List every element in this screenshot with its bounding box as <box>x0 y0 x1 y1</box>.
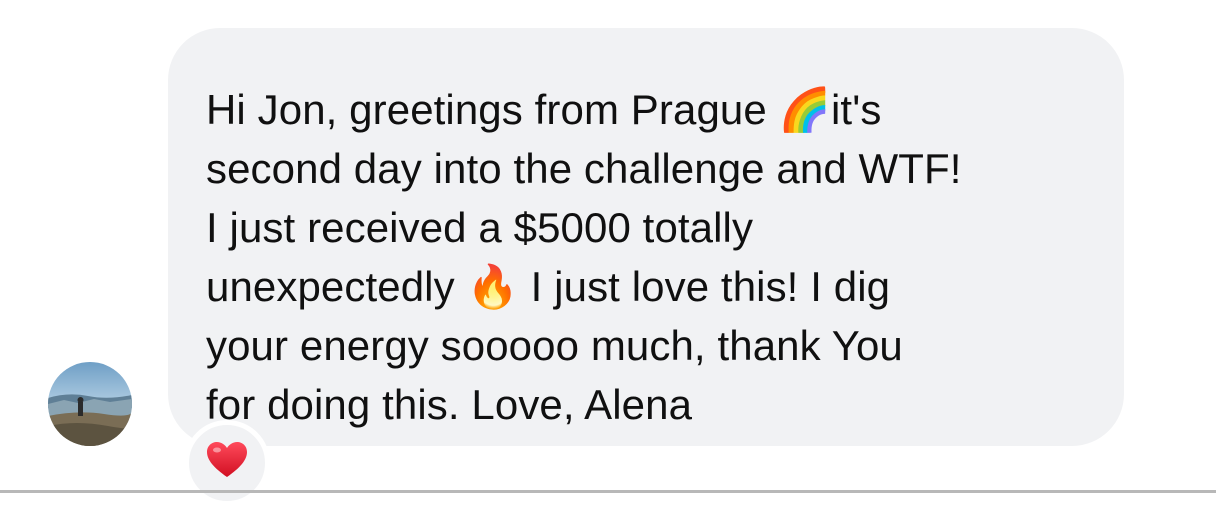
heart-icon <box>207 442 247 477</box>
reaction-badge[interactable] <box>184 420 270 506</box>
avatar[interactable] <box>48 362 132 446</box>
message-bubble[interactable]: Hi Jon, greetings from Prague 🌈it's seco… <box>168 28 1124 446</box>
message-text: Hi Jon, greetings from Prague 🌈it's seco… <box>206 86 962 428</box>
message-thread: Hi Jon, greetings from Prague 🌈it's seco… <box>0 0 1216 506</box>
mountain-photo-icon <box>48 362 132 446</box>
